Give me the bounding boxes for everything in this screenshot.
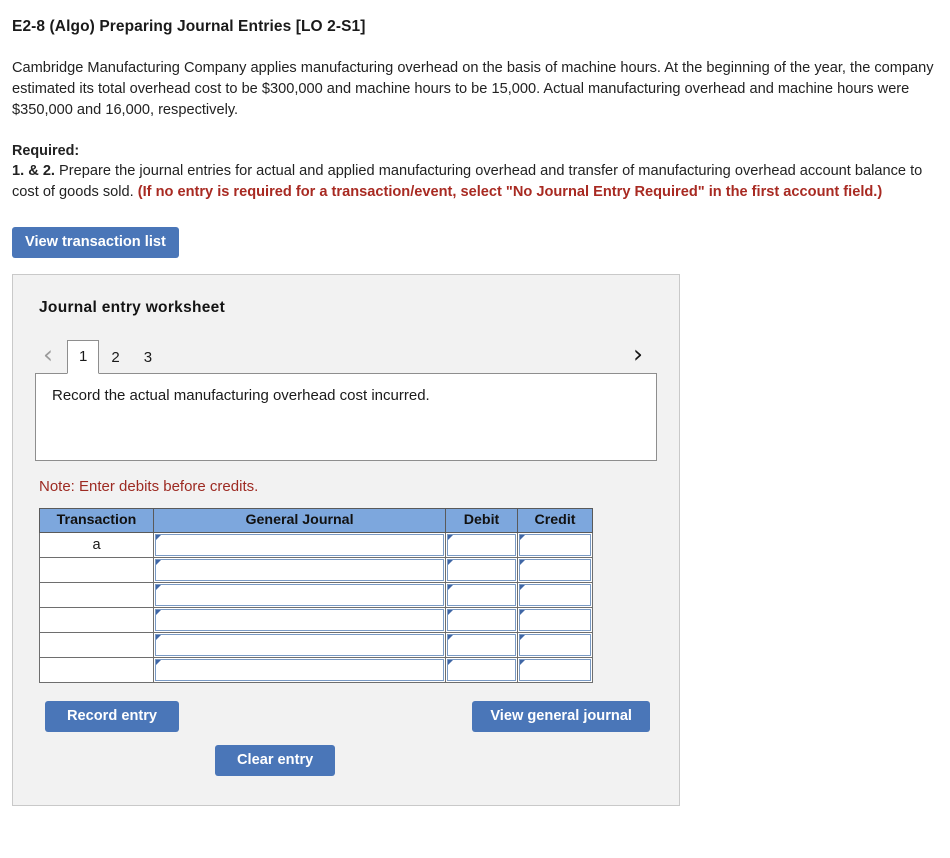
- account-input-row-4[interactable]: [155, 609, 444, 631]
- chevron-right-icon[interactable]: ›: [625, 342, 651, 367]
- transaction-label-row-6: [39, 657, 154, 683]
- transaction-label-row-1: a: [39, 532, 154, 558]
- exercise-page: E2-8 (Algo) Preparing Journal Entries [L…: [0, 0, 950, 806]
- debits-before-credits-note: Note: Enter debits before credits.: [39, 478, 259, 495]
- debit-input-row-6[interactable]: [447, 659, 516, 681]
- record-entry-button[interactable]: Record entry: [45, 701, 180, 732]
- transaction-label-row-2: [39, 557, 154, 583]
- credit-input-row-2[interactable]: [519, 559, 591, 581]
- required-warning: (If no entry is required for a transacti…: [137, 184, 883, 200]
- account-input-row-2[interactable]: [155, 559, 444, 581]
- tab-entry-2[interactable]: 2: [99, 341, 131, 373]
- account-input-row-6[interactable]: [155, 659, 444, 681]
- chevron-left-icon[interactable]: ‹: [35, 342, 61, 367]
- column-header-general-journal: General Journal: [153, 508, 446, 533]
- required-number: 1. & 2.: [12, 163, 55, 179]
- credit-input-row-5[interactable]: [519, 634, 591, 656]
- general-journal-cell-row-5[interactable]: [153, 632, 446, 658]
- account-input-row-3[interactable]: [155, 584, 444, 606]
- general-journal-cell-row-1[interactable]: [153, 532, 446, 558]
- required-label: Required:: [12, 143, 80, 159]
- credit-cell-row-4[interactable]: [517, 607, 593, 633]
- credit-input-row-6[interactable]: [519, 659, 591, 681]
- table-row: [39, 557, 593, 583]
- general-journal-cell-row-2[interactable]: [153, 557, 446, 583]
- debit-cell-row-6[interactable]: [445, 657, 518, 683]
- debit-input-row-5[interactable]: [447, 634, 516, 656]
- tab-entry-1[interactable]: 1: [67, 340, 100, 374]
- debit-cell-row-3[interactable]: [445, 582, 518, 608]
- credit-cell-row-6[interactable]: [517, 657, 593, 683]
- worksheet-tab-strip: ‹ 1 2 3 ›: [35, 335, 657, 374]
- column-header-debit: Debit: [445, 508, 518, 533]
- debit-input-row-1[interactable]: [447, 534, 516, 556]
- worksheet-title: Journal entry worksheet: [39, 299, 226, 316]
- general-journal-cell-row-4[interactable]: [153, 607, 446, 633]
- tab-entry-3[interactable]: 3: [132, 341, 164, 373]
- credit-input-row-1[interactable]: [519, 534, 591, 556]
- account-input-row-1[interactable]: [155, 534, 444, 556]
- debit-cell-row-4[interactable]: [445, 607, 518, 633]
- worksheet-tabs: 1 2 3: [67, 335, 164, 374]
- page-title: E2-8 (Algo) Preparing Journal Entries [L…: [12, 18, 366, 35]
- credit-cell-row-2[interactable]: [517, 557, 593, 583]
- entry-description-text: Record the actual manufacturing overhead…: [52, 387, 430, 404]
- debit-input-row-2[interactable]: [447, 559, 516, 581]
- worksheet-action-row-primary: Record entry View general journal: [35, 701, 657, 735]
- debit-input-row-3[interactable]: [447, 584, 516, 606]
- view-general-journal-button[interactable]: View general journal: [472, 701, 650, 732]
- view-transaction-list-button[interactable]: View transaction list: [12, 227, 179, 258]
- credit-cell-row-5[interactable]: [517, 632, 593, 658]
- credit-cell-row-3[interactable]: [517, 582, 593, 608]
- table-header-row: Transaction General Journal Debit Credit: [39, 508, 593, 533]
- credit-cell-row-1[interactable]: [517, 532, 593, 558]
- table-row: [39, 607, 593, 633]
- general-journal-cell-row-3[interactable]: [153, 582, 446, 608]
- debit-cell-row-2[interactable]: [445, 557, 518, 583]
- credit-input-row-4[interactable]: [519, 609, 591, 631]
- debit-input-row-4[interactable]: [447, 609, 516, 631]
- transaction-label-row-3: [39, 582, 154, 608]
- journal-entry-worksheet-panel: Journal entry worksheet ‹ 1 2 3 › Record…: [12, 274, 680, 806]
- table-row: [39, 582, 593, 608]
- general-journal-cell-row-6[interactable]: [153, 657, 446, 683]
- account-input-row-5[interactable]: [155, 634, 444, 656]
- problem-statement: Cambridge Manufacturing Company applies …: [12, 60, 934, 118]
- table-row: [39, 632, 593, 658]
- worksheet-action-row-secondary: Clear entry: [35, 745, 657, 779]
- column-header-transaction: Transaction: [39, 508, 154, 533]
- required-instructions: 1. & 2. Prepare the journal entries for …: [12, 161, 938, 203]
- transaction-label-row-4: [39, 607, 154, 633]
- required-section: Required: 1. & 2. Prepare the journal en…: [12, 143, 938, 203]
- journal-entry-table: Transaction General Journal Debit Credit…: [39, 508, 593, 683]
- table-row: [39, 657, 593, 683]
- clear-entry-button[interactable]: Clear entry: [215, 745, 336, 776]
- column-header-credit: Credit: [517, 508, 593, 533]
- entry-description-box: Record the actual manufacturing overhead…: [35, 373, 657, 461]
- credit-input-row-3[interactable]: [519, 584, 591, 606]
- table-row: a: [39, 532, 593, 558]
- debit-cell-row-1[interactable]: [445, 532, 518, 558]
- transaction-label-row-5: [39, 632, 154, 658]
- debit-cell-row-5[interactable]: [445, 632, 518, 658]
